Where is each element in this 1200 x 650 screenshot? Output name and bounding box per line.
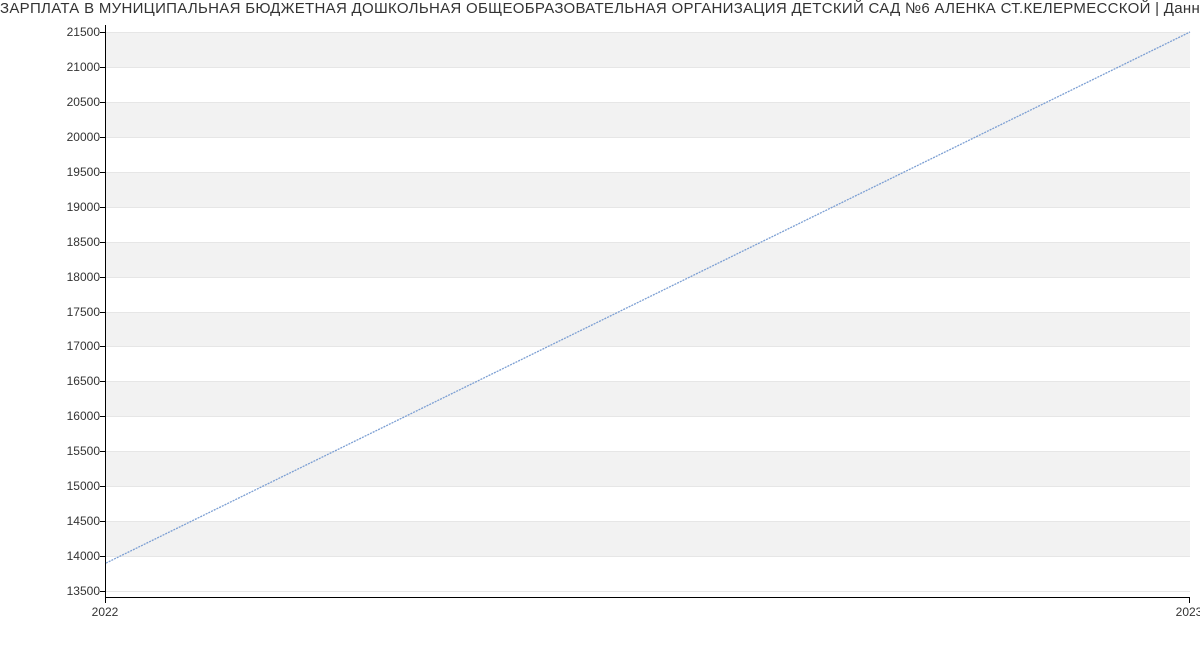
chart-title: ЗАРПЛАТА В МУНИЦИПАЛЬНАЯ БЮДЖЕТНАЯ ДОШКО…: [0, 0, 1200, 17]
y-tick-mark: [100, 207, 105, 208]
y-tick-mark: [100, 381, 105, 382]
line-series: [106, 25, 1190, 597]
x-tick-label: 2023: [1176, 605, 1200, 619]
y-tick-mark: [100, 521, 105, 522]
y-tick-mark: [100, 102, 105, 103]
y-tick-mark: [100, 32, 105, 33]
y-tick-label: 18500: [50, 235, 100, 249]
y-tick-label: 15500: [50, 444, 100, 458]
y-tick-label: 14000: [50, 549, 100, 563]
y-tick-mark: [100, 346, 105, 347]
y-tick-mark: [100, 591, 105, 592]
y-tick-mark: [100, 312, 105, 313]
y-tick-mark: [100, 242, 105, 243]
chart-container: ЗАРПЛАТА В МУНИЦИПАЛЬНАЯ БЮДЖЕТНАЯ ДОШКО…: [0, 0, 1200, 650]
x-tick-mark: [105, 598, 106, 603]
y-tick-label: 13500: [50, 584, 100, 598]
y-tick-label: 17500: [50, 305, 100, 319]
y-tick-label: 14500: [50, 514, 100, 528]
y-tick-mark: [100, 172, 105, 173]
salary-line: [106, 32, 1190, 563]
y-tick-mark: [100, 137, 105, 138]
y-tick-label: 17000: [50, 339, 100, 353]
y-tick-label: 18000: [50, 270, 100, 284]
y-tick-label: 19500: [50, 165, 100, 179]
plot-area: [105, 25, 1190, 598]
y-tick-label: 15000: [50, 479, 100, 493]
y-tick-label: 20000: [50, 130, 100, 144]
x-tick-label: 2022: [92, 605, 119, 619]
y-tick-label: 19000: [50, 200, 100, 214]
x-tick-mark: [1189, 598, 1190, 603]
y-tick-mark: [100, 67, 105, 68]
y-tick-label: 20500: [50, 95, 100, 109]
y-tick-mark: [100, 416, 105, 417]
y-tick-label: 16500: [50, 374, 100, 388]
y-tick-label: 21000: [50, 60, 100, 74]
y-tick-mark: [100, 451, 105, 452]
y-tick-mark: [100, 486, 105, 487]
y-tick-label: 21500: [50, 25, 100, 39]
y-tick-label: 16000: [50, 409, 100, 423]
y-tick-mark: [100, 556, 105, 557]
y-tick-mark: [100, 277, 105, 278]
